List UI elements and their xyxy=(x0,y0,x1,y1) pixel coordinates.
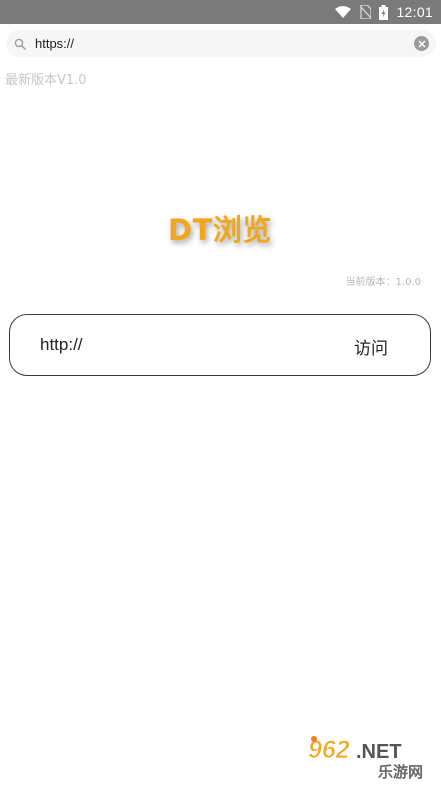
latest-version-label: 最新版本V1.0 xyxy=(5,73,87,88)
svg-text:.NET: .NET xyxy=(356,741,402,763)
wifi-icon xyxy=(335,6,352,18)
clear-icon[interactable] xyxy=(414,36,429,51)
search-icon xyxy=(14,37,28,51)
visit-box: 访问 xyxy=(9,314,431,376)
status-bar: 12:01 xyxy=(0,0,441,24)
current-version-label: 当前版本：1.0.0 xyxy=(345,277,421,288)
no-sim-icon xyxy=(359,5,372,19)
address-bar[interactable] xyxy=(6,30,436,57)
address-input[interactable] xyxy=(35,36,414,51)
watermark-logo: 962 .NET 乐游网 xyxy=(304,733,440,781)
svg-text:乐游网: 乐游网 xyxy=(378,763,423,781)
clock-time: 12:01 xyxy=(396,4,433,20)
app-title: DT浏览 xyxy=(168,213,272,247)
url-input[interactable] xyxy=(40,333,280,357)
battery-icon xyxy=(379,4,389,20)
visit-button[interactable]: 访问 xyxy=(354,334,388,359)
